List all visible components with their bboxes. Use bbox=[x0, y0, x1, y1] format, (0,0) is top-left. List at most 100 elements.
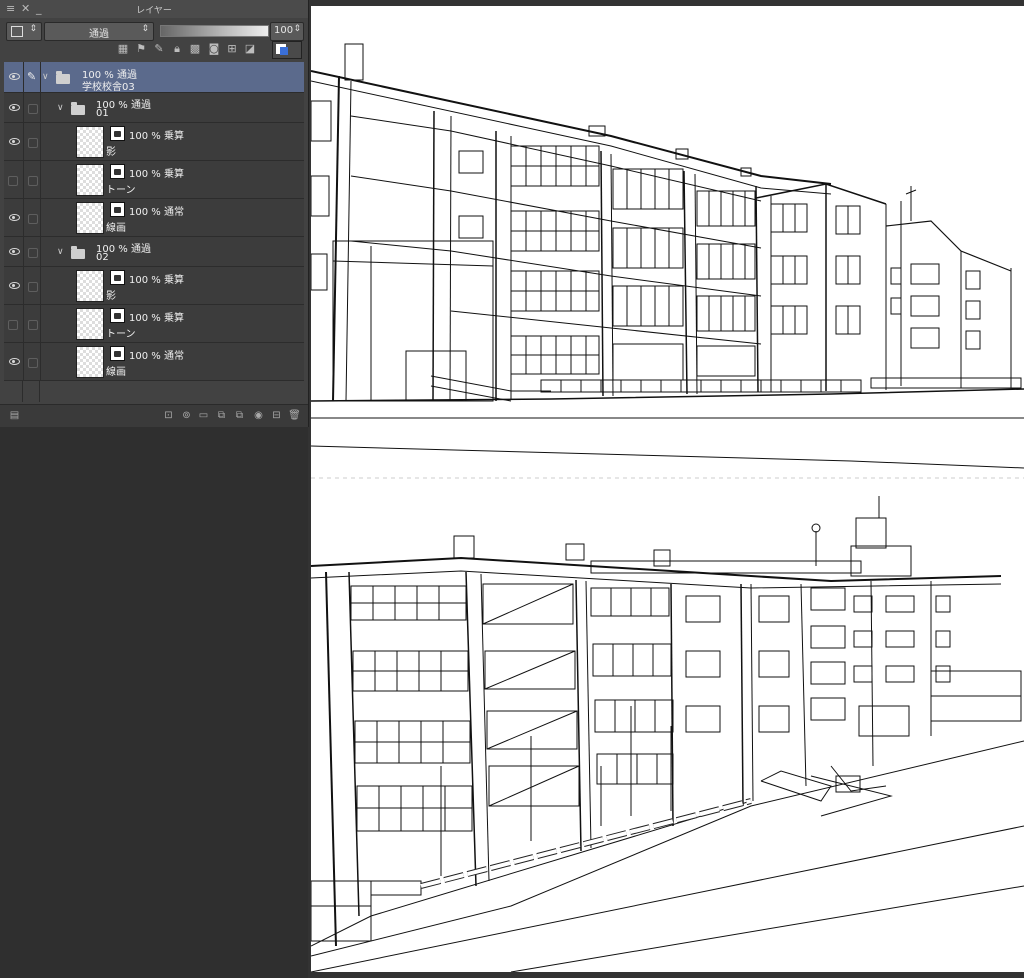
checkbox-icon[interactable] bbox=[28, 282, 38, 292]
combine-down-icon[interactable]: ⧉ bbox=[233, 410, 246, 422]
panel-title: レイヤー bbox=[136, 6, 172, 16]
column-divider bbox=[39, 380, 40, 402]
layer-mask-icon bbox=[110, 270, 125, 285]
layer-property-icon bbox=[11, 26, 23, 37]
layer-row[interactable]: 100 % 乗算 影 bbox=[4, 123, 304, 161]
chevron-updown-icon: ⇕ bbox=[141, 24, 149, 34]
pen-icon: ✎ bbox=[27, 70, 37, 83]
create-mask-icon[interactable]: ◉ bbox=[252, 410, 265, 422]
delete-layer-icon[interactable]: 🗑︎ bbox=[288, 410, 301, 422]
visibility-cell bbox=[4, 305, 22, 342]
new-vector-layer-icon[interactable]: ⊚ bbox=[180, 410, 193, 422]
checkbox-icon[interactable] bbox=[28, 248, 38, 258]
eye-icon[interactable] bbox=[9, 214, 20, 221]
draft-layer-icon[interactable]: ✎ bbox=[153, 43, 165, 55]
layer-color-button[interactable] bbox=[272, 41, 302, 59]
layer-panel: ≡ ✕ _ レイヤー ⇕ 通過 ⇕ 100 ⇕ ▦ ⚑ ✎ 🔒︎ ▩ ◙ ⊞ ◪ bbox=[0, 0, 309, 427]
layer-row[interactable]: 100 % 通常 線画 bbox=[4, 343, 304, 381]
edit-cell bbox=[23, 93, 41, 122]
layer-row[interactable]: 100 % 乗算 トーン bbox=[4, 305, 304, 343]
layer-thumbnail bbox=[76, 346, 104, 378]
eye-icon[interactable] bbox=[9, 358, 20, 365]
layer-list: ✎ ∨ 100 % 通過 学校校舎03 ∨ 100 % 通過 01 100 % … bbox=[4, 62, 304, 402]
checkbox-icon[interactable] bbox=[28, 320, 38, 330]
reference-layer-icon[interactable]: ⚑ bbox=[135, 43, 147, 55]
eye-icon[interactable] bbox=[9, 248, 20, 255]
layer-opacity-mode: 100 % 通常 bbox=[129, 207, 184, 218]
canvas-area[interactable] bbox=[308, 0, 1024, 978]
layer-panel-bottom-bar: ▤ ⊡ ⊚ ▭ ⧉ ⧉ ◉ ⊟ 🗑︎ bbox=[0, 404, 308, 427]
layer-mask-icon bbox=[110, 126, 125, 141]
layer-name: 学校校舎03 bbox=[82, 82, 135, 93]
blend-mode-select[interactable]: 通過 ⇕ bbox=[44, 22, 154, 41]
lower-building-illustration bbox=[311, 496, 1024, 972]
layer-name: トーン bbox=[106, 329, 136, 340]
new-raster-layer-icon[interactable]: ⊡ bbox=[162, 410, 175, 422]
layer-thumbnail bbox=[76, 202, 104, 234]
layer-row[interactable]: ∨ 100 % 通過 02 bbox=[4, 237, 304, 267]
folder-icon bbox=[71, 102, 85, 115]
lock-transparency-icon[interactable]: ▩ bbox=[189, 43, 201, 55]
layer-thumbnail bbox=[76, 308, 104, 340]
layer-opacity-mode: 100 % 乗算 bbox=[129, 275, 184, 286]
edit-cell bbox=[23, 123, 41, 160]
hidden-checkbox-icon[interactable] bbox=[8, 320, 18, 330]
opacity-slider[interactable] bbox=[160, 25, 269, 37]
layer-thumbnail bbox=[76, 164, 104, 196]
visibility-cell bbox=[4, 199, 22, 236]
stepper-icon: ⇕ bbox=[29, 24, 37, 34]
layer-row[interactable]: 100 % 乗算 トーン bbox=[4, 161, 304, 199]
chevron-down-icon[interactable]: ∨ bbox=[57, 247, 64, 257]
layer-mask-icon bbox=[110, 164, 125, 179]
opacity-input[interactable]: 100 ⇕ bbox=[270, 22, 304, 41]
panel-menu-icon[interactable]: ▤ bbox=[8, 410, 21, 422]
layer-color-swatch bbox=[280, 47, 288, 55]
ruler-apply-icon[interactable]: ◪ bbox=[244, 43, 256, 55]
edit-cell bbox=[23, 161, 41, 198]
eye-icon[interactable] bbox=[9, 73, 20, 80]
ruler-icon[interactable]: ⊞ bbox=[226, 43, 238, 55]
checkbox-icon[interactable] bbox=[28, 138, 38, 148]
hidden-checkbox-icon[interactable] bbox=[8, 176, 18, 186]
checkbox-icon[interactable] bbox=[28, 214, 38, 224]
canvas-sheet[interactable] bbox=[311, 6, 1024, 972]
canvas-artwork bbox=[311, 43, 1024, 972]
checkbox-icon[interactable] bbox=[28, 104, 38, 114]
upper-building-illustration bbox=[311, 43, 1024, 469]
mask-enable-icon[interactable]: ◙ bbox=[208, 43, 220, 55]
checkbox-icon[interactable] bbox=[28, 176, 38, 186]
eye-icon[interactable] bbox=[9, 104, 20, 111]
layer-opacity-mode: 100 % 乗算 bbox=[129, 313, 184, 324]
layer-opacity-mode: 100 % 乗算 bbox=[129, 169, 184, 180]
layer-name: 01 bbox=[96, 108, 109, 119]
layer-row[interactable]: ✎ ∨ 100 % 通過 学校校舎03 bbox=[4, 62, 304, 93]
checkbox-icon[interactable] bbox=[28, 358, 38, 368]
layer-thumbnail bbox=[76, 270, 104, 302]
edit-cell bbox=[23, 305, 41, 342]
layer-row[interactable]: 100 % 乗算 影 bbox=[4, 267, 304, 305]
eye-icon[interactable] bbox=[9, 138, 20, 145]
blend-mode-value: 通過 bbox=[89, 29, 109, 40]
layer-name: 02 bbox=[96, 252, 109, 263]
edit-cell bbox=[23, 267, 41, 304]
layer-thumbnail bbox=[76, 126, 104, 158]
layer-row[interactable]: ∨ 100 % 通過 01 bbox=[4, 93, 304, 123]
layer-opacity-mode: 100 % 乗算 bbox=[129, 131, 184, 142]
layer-clip-icon[interactable]: ▦ bbox=[117, 43, 129, 55]
visibility-cell bbox=[4, 343, 22, 380]
layer-property-selector[interactable]: ⇕ bbox=[6, 22, 42, 41]
lock-icon[interactable]: 🔒︎ bbox=[171, 43, 183, 55]
layer-opacity-mode: 100 % 通常 bbox=[129, 351, 184, 362]
new-folder-icon[interactable]: ▭ bbox=[197, 410, 210, 422]
layer-row[interactable]: 100 % 通常 線画 bbox=[4, 199, 304, 237]
apply-mask-icon[interactable]: ⊟ bbox=[270, 410, 283, 422]
visibility-cell bbox=[4, 237, 22, 266]
chevron-down-icon[interactable]: ∨ bbox=[42, 72, 49, 82]
panel-title-bar[interactable]: ≡ ✕ _ レイヤー bbox=[0, 0, 308, 18]
eye-icon[interactable] bbox=[9, 282, 20, 289]
transfer-down-icon[interactable]: ⧉ bbox=[215, 410, 228, 422]
edit-cell bbox=[23, 343, 41, 380]
layer-name: 影 bbox=[106, 147, 116, 158]
chevron-down-icon[interactable]: ∨ bbox=[57, 103, 64, 113]
layer-mask-icon bbox=[110, 202, 125, 217]
